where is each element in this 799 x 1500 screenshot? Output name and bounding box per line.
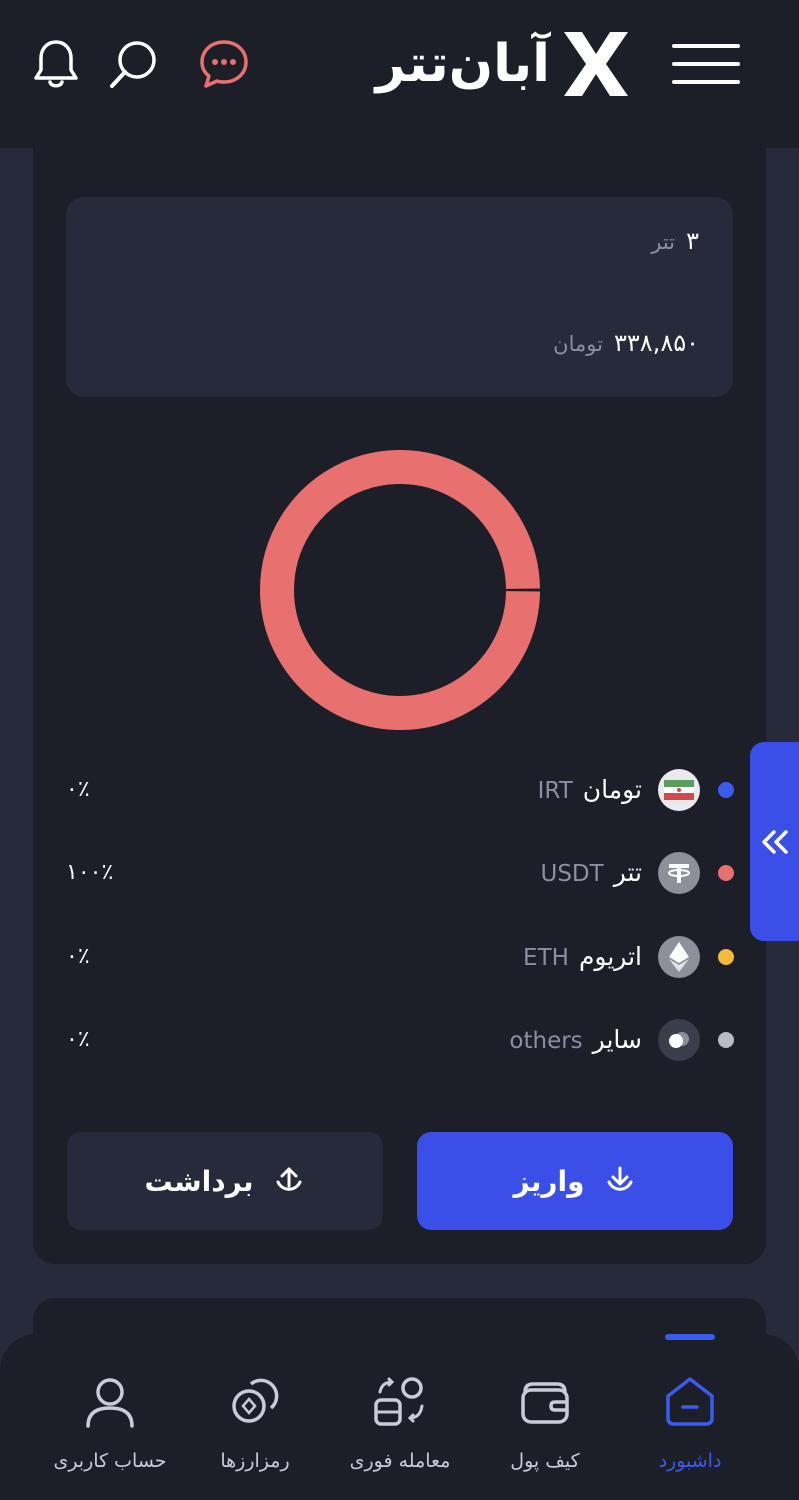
download-icon	[607, 1166, 633, 1191]
tether-icon	[658, 852, 700, 894]
legend-row-irt: تومان IRT ۰٪	[66, 762, 740, 818]
legend-label-irt: تومان IRT	[538, 762, 642, 821]
legend-name-fa: تتر	[613, 858, 642, 887]
deposit-label: واریز	[513, 1164, 585, 1198]
legend-dot-irt	[718, 782, 734, 798]
legend-percent-eth: ۰٪	[66, 944, 90, 969]
home-icon	[666, 1377, 714, 1426]
legend-percent-irt: ۰٪	[66, 777, 90, 802]
balance-box: ۳ تتر ۳۳۸,۸۵۰ تومان	[66, 197, 733, 397]
legend-name-en: others	[509, 1028, 583, 1054]
nav-label-instant-trade: معامله فوری	[349, 1450, 451, 1472]
chat-icon[interactable]	[196, 36, 252, 92]
nav-label-coins: رمزارزها	[220, 1450, 290, 1472]
bell-icon[interactable]	[28, 36, 84, 92]
legend-percent-usdt: ۱۰۰٪	[66, 860, 114, 885]
legend-row-usdt: تتر USDT ۱۰۰٪	[66, 845, 740, 901]
balance-tether: ۳ تتر	[651, 227, 699, 255]
portfolio-donut-chart	[260, 450, 540, 730]
logo-x-icon	[564, 32, 628, 96]
bottom-navigation: داشبورد کیف پول معامله فوری رمزارزها حسا…	[0, 1334, 799, 1500]
withdraw-label: برداشت	[144, 1164, 254, 1198]
balance-toman-value: ۳۳۸,۸۵۰	[614, 329, 699, 357]
withdraw-button[interactable]: برداشت	[67, 1132, 383, 1230]
instant-trade-icon	[374, 1377, 424, 1426]
user-icon	[86, 1378, 134, 1428]
upload-icon	[276, 1167, 302, 1191]
legend-name-fa: اتریوم	[578, 942, 642, 971]
legend-row-eth: اتریوم ETH ۰٪	[66, 929, 740, 985]
active-nav-indicator	[665, 1334, 715, 1340]
legend-dot-usdt	[718, 865, 734, 881]
legend-percent-others: ۰٪	[66, 1027, 90, 1052]
side-panel-toggle[interactable]	[750, 742, 799, 941]
menu-icon[interactable]	[672, 40, 742, 90]
legend-name-en: USDT	[540, 861, 604, 887]
balance-tether-unit: تتر	[651, 230, 676, 254]
nav-label-wallet: کیف پول	[510, 1450, 580, 1472]
nav-label-dashboard: داشبورد	[658, 1450, 722, 1472]
legend-name-fa: تومان	[582, 775, 642, 804]
balance-toman-unit: تومان	[553, 332, 603, 356]
legend-dot-others	[718, 1032, 734, 1048]
logo-text: آبان‌تتر	[375, 34, 550, 94]
nav-label-account: حساب کاربری	[53, 1450, 167, 1472]
nav-item-coins[interactable]: رمزارزها	[180, 1334, 330, 1500]
legend-label-usdt: تتر USDT	[541, 845, 643, 904]
ethereum-icon	[658, 936, 700, 978]
legend-label-others: سایر others	[509, 1012, 642, 1071]
search-icon[interactable]	[106, 36, 162, 92]
nav-item-dashboard[interactable]: داشبورد	[615, 1334, 765, 1500]
others-icon	[658, 1019, 700, 1061]
nav-item-wallet[interactable]: کیف پول	[470, 1334, 620, 1500]
chevrons-left-icon	[762, 830, 788, 854]
legend-name-en: ETH	[523, 945, 569, 971]
deposit-button[interactable]: واریز	[417, 1132, 733, 1230]
legend-dot-eth	[718, 949, 734, 965]
balance-toman: ۳۳۸,۸۵۰ تومان	[553, 329, 699, 357]
legend-label-eth: اتریوم ETH	[523, 929, 642, 988]
balance-tether-value: ۳	[686, 227, 699, 255]
app-header: آبان‌تتر	[0, 0, 799, 148]
donut-slice-usdt	[260, 450, 540, 730]
wallet-icon	[521, 1382, 569, 1424]
coins-icon	[232, 1378, 279, 1423]
legend-row-others: سایر others ۰٪	[66, 1012, 740, 1068]
nav-item-account[interactable]: حساب کاربری	[35, 1334, 185, 1500]
legend-name-en: IRT	[537, 778, 573, 804]
nav-item-instant-trade[interactable]: معامله فوری	[325, 1334, 475, 1500]
iran-flag-icon	[658, 769, 700, 811]
legend-name-fa: سایر	[592, 1025, 642, 1054]
